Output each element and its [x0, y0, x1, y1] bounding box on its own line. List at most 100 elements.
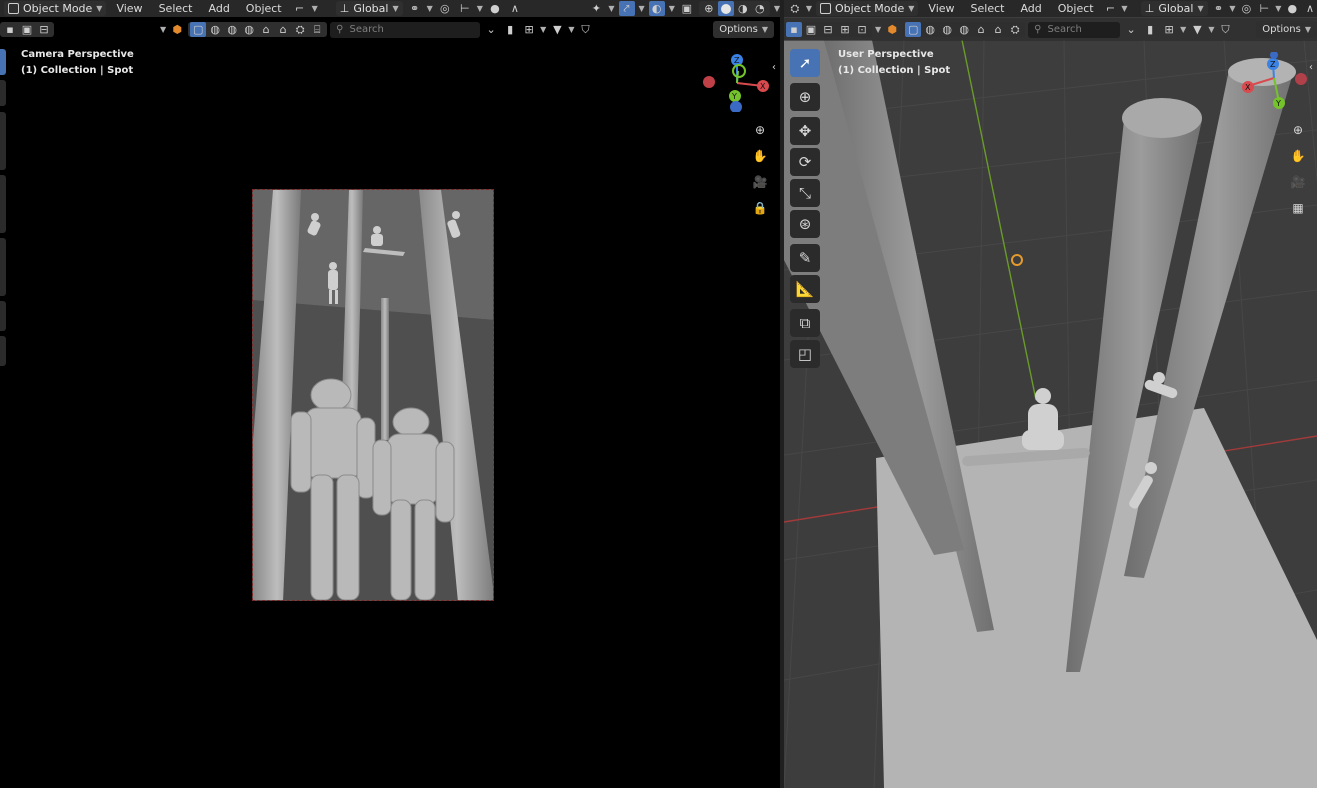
- left-menu-view[interactable]: View: [110, 2, 148, 15]
- material-filter-icon[interactable]: ◍: [224, 22, 240, 37]
- snap-icon[interactable]: ◎: [437, 1, 453, 16]
- drivers-icon[interactable]: ⌐: [292, 1, 308, 16]
- material-shading-icon[interactable]: ◑: [735, 1, 751, 16]
- right-mode-dropdown[interactable]: Object Mode ▼: [815, 1, 919, 16]
- scale-tool-icon[interactable]: ⤡: [790, 179, 820, 207]
- extra-filter-icon[interactable]: ⌸: [309, 22, 325, 37]
- transform-tool-icon[interactable]: ⊛: [790, 210, 820, 238]
- right-search-input[interactable]: ⚲ Search: [1028, 21, 1121, 38]
- filter-icon[interactable]: ▼: [549, 22, 565, 37]
- left-menu-select[interactable]: Select: [153, 2, 199, 15]
- hierarchy-icon[interactable]: ⊞: [1161, 22, 1177, 37]
- annotate-tool-icon[interactable]: ✎: [790, 244, 820, 272]
- pan-hand-icon[interactable]: ✋: [1289, 147, 1307, 165]
- left-menu-add[interactable]: Add: [203, 2, 236, 15]
- chevron-down-icon[interactable]: ▼: [1121, 4, 1127, 13]
- left-toolbar-strip[interactable]: [0, 175, 6, 233]
- zoom-icon[interactable]: ⊕: [751, 121, 769, 139]
- perspective-grid-icon[interactable]: ▦: [1289, 199, 1307, 217]
- select-extend-icon[interactable]: ▣: [19, 22, 35, 37]
- chevron-down-icon[interactable]: ▼: [312, 4, 318, 13]
- mesh-filter-icon[interactable]: ▢: [190, 22, 207, 37]
- left-menu-object[interactable]: Object: [240, 2, 288, 15]
- chevron-down-icon[interactable]: ▼: [568, 25, 574, 34]
- collapse-icon[interactable]: ⌄: [1123, 22, 1139, 37]
- pivot-icon[interactable]: ⚭: [407, 1, 423, 16]
- overlays-icon[interactable]: ◐: [648, 1, 665, 16]
- right-menu-view[interactable]: View: [922, 2, 960, 15]
- select-intersect-icon[interactable]: ⊞: [837, 22, 853, 37]
- material-filter-icon[interactable]: ◍: [939, 22, 955, 37]
- mesh-filter-icon[interactable]: ▢: [905, 22, 922, 37]
- left-axis-gizmo[interactable]: Z X Y: [700, 52, 772, 113]
- falloff-icon[interactable]: ∧: [507, 1, 523, 16]
- left-toolbar-strip[interactable]: [0, 336, 6, 366]
- object-types-icon[interactable]: ⬢: [169, 22, 185, 37]
- select-new-icon[interactable]: ▪: [786, 22, 802, 37]
- pan-hand-icon[interactable]: ✋: [751, 147, 769, 165]
- light-filter-icon[interactable]: ◍: [241, 22, 257, 37]
- left-navigation-gizmo[interactable]: Z X Y: [700, 52, 772, 113]
- shield-icon[interactable]: ⛉: [577, 22, 593, 37]
- left-toolbar-strip[interactable]: [0, 112, 6, 170]
- right-axis-gizmo[interactable]: Z X Y: [1236, 51, 1308, 112]
- chevron-down-icon[interactable]: ▼: [1180, 25, 1186, 34]
- chevron-down-icon[interactable]: ▼: [1229, 4, 1235, 13]
- select-invert-icon[interactable]: ⊡: [854, 22, 870, 37]
- snap-icon[interactable]: ◎: [1240, 1, 1254, 16]
- editor-type-icon[interactable]: ⛭: [788, 1, 802, 16]
- light-filter-icon[interactable]: ◍: [956, 22, 972, 37]
- wireframe-shading-icon[interactable]: ⊕: [701, 1, 717, 16]
- camera-view-icon[interactable]: 🎥: [751, 173, 769, 191]
- right-options-dropdown[interactable]: Options ▼: [1256, 21, 1317, 38]
- chevron-down-icon[interactable]: ▼: [540, 25, 546, 34]
- bookmark-icon[interactable]: ▮: [1142, 22, 1158, 37]
- proportional-edit-icon[interactable]: ●: [1285, 1, 1299, 16]
- chevron-down-icon[interactable]: ▼: [806, 4, 812, 13]
- cursor-tool-icon[interactable]: ⊕: [790, 83, 820, 111]
- solid-shading-icon[interactable]: [717, 1, 734, 16]
- chevron-down-icon[interactable]: ▼: [477, 4, 483, 13]
- right-navigation-gizmo[interactable]: Z X Y: [1236, 51, 1308, 112]
- add-cube-tool-icon[interactable]: ⧉: [790, 309, 820, 337]
- rotate-tool-icon[interactable]: ⟳: [790, 148, 820, 176]
- left-3d-viewport[interactable]: Object Mode ▼ View Select Add Object ⌐ ▼…: [0, 0, 780, 788]
- chevron-down-icon[interactable]: ▼: [608, 4, 614, 13]
- right-orientation-dropdown[interactable]: ⊥ Global ▼: [1140, 1, 1208, 16]
- zoom-icon[interactable]: ⊕: [1289, 121, 1307, 139]
- camera-filter-icon[interactable]: ⌂: [258, 22, 274, 37]
- select-box-tool-icon[interactable]: ➚: [790, 49, 820, 77]
- left-toolbar-strip[interactable]: [0, 301, 6, 331]
- right-menu-object[interactable]: Object: [1052, 2, 1100, 15]
- chevron-down-icon[interactable]: ▼: [1275, 4, 1281, 13]
- measure-tool-icon[interactable]: 📐: [790, 275, 820, 303]
- bookmark-icon[interactable]: ▮: [502, 22, 518, 37]
- visibility-icon[interactable]: ✦: [588, 1, 604, 16]
- shield-icon[interactable]: ⛉: [1217, 22, 1233, 37]
- select-new-icon[interactable]: ▪: [2, 22, 18, 37]
- sidebar-toggle-icon[interactable]: ‹: [768, 58, 780, 76]
- right-3d-viewport[interactable]: ⛭ ▼ Object Mode ▼ View Select Add Object…: [784, 0, 1317, 788]
- right-menu-select[interactable]: Select: [965, 2, 1011, 15]
- rendered-shading-icon[interactable]: ◔: [752, 1, 768, 16]
- move-tool-icon[interactable]: ✥: [790, 117, 820, 145]
- sidebar-toggle-icon[interactable]: ‹: [1305, 58, 1317, 76]
- left-toolbar-strip[interactable]: [0, 80, 6, 106]
- left-toolbar-strip[interactable]: [0, 49, 6, 75]
- left-search-input[interactable]: ⚲ Search: [330, 21, 481, 38]
- drivers-icon[interactable]: ⌐: [1104, 1, 1118, 16]
- pivot-icon[interactable]: ⚭: [1212, 1, 1226, 16]
- empty-filter-icon[interactable]: ⌂: [990, 22, 1006, 37]
- xray-icon[interactable]: ▣: [679, 1, 695, 16]
- left-options-dropdown[interactable]: Options ▼: [713, 21, 774, 38]
- snap-target-icon[interactable]: ⊢: [1257, 1, 1271, 16]
- camera-filter-icon[interactable]: ⌂: [973, 22, 989, 37]
- hierarchy-icon[interactable]: ⊞: [521, 22, 537, 37]
- sphere-filter-icon[interactable]: ◍: [207, 22, 223, 37]
- empty-filter-icon[interactable]: ⌂: [275, 22, 291, 37]
- falloff-icon[interactable]: ∧: [1303, 1, 1317, 16]
- chevron-down-icon[interactable]: ▼: [427, 4, 433, 13]
- sphere-filter-icon[interactable]: ◍: [922, 22, 938, 37]
- chevron-down-icon[interactable]: ▼: [160, 25, 166, 34]
- chevron-down-icon[interactable]: ▼: [669, 4, 675, 13]
